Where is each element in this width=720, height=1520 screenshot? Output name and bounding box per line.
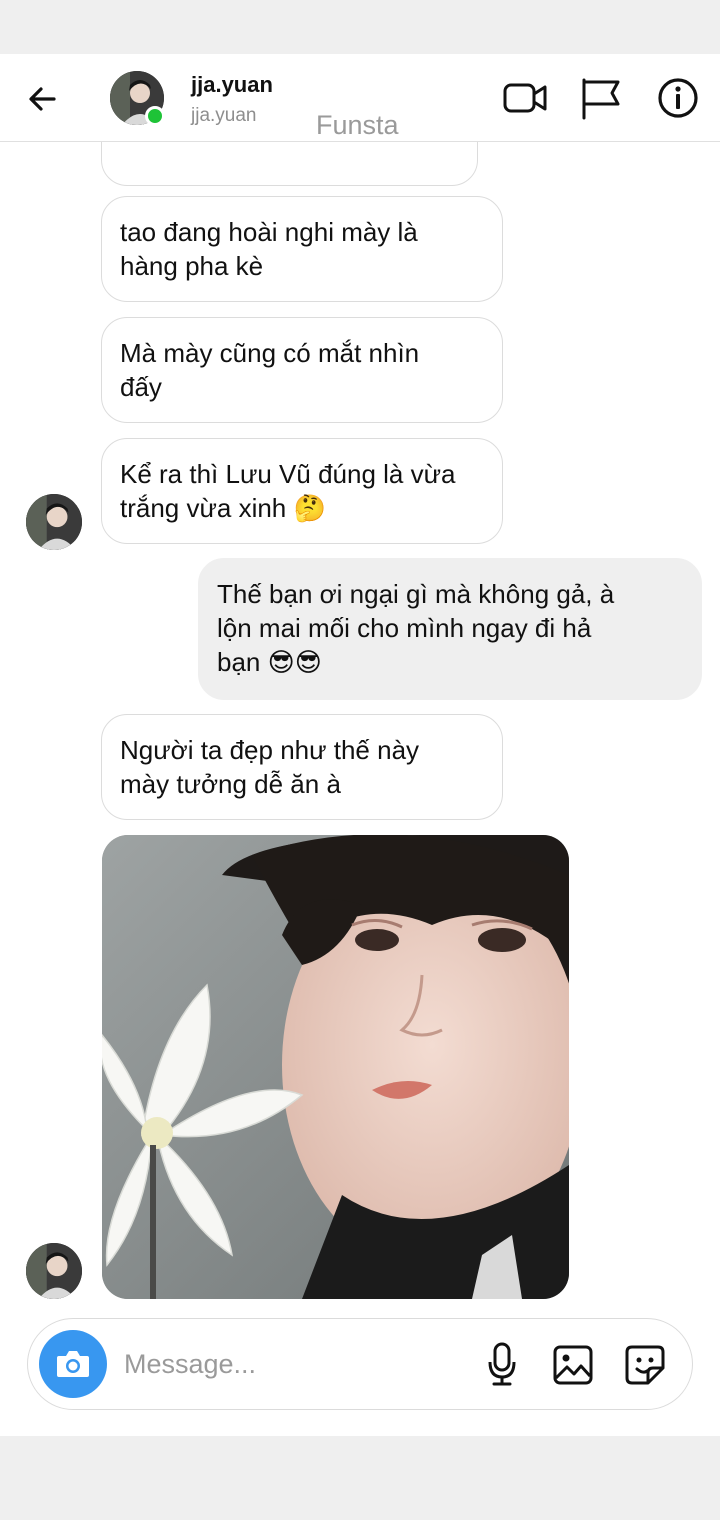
info-icon[interactable]: [654, 74, 702, 122]
sender-avatar[interactable]: [26, 494, 82, 550]
chat-header: jja.yuan jja.yuan Funsta: [0, 54, 720, 142]
message-bubble-incoming[interactable]: tao đang hoài nghi mày là hàng pha kè: [101, 196, 503, 302]
sender-avatar[interactable]: [26, 1243, 82, 1299]
message-input[interactable]: [124, 1341, 464, 1387]
contact-name[interactable]: jja.yuan: [191, 72, 273, 98]
photo-message[interactable]: [102, 835, 569, 1299]
message-bubble-incoming[interactable]: Mà mày cũng có mắt nhìn đấy: [101, 317, 503, 423]
message-bubble-incoming[interactable]: Người ta đẹp như thế này mày tưởng dễ ăn…: [101, 714, 503, 820]
online-status-dot: [145, 106, 165, 126]
flag-icon[interactable]: [576, 74, 624, 122]
contact-handle: jja.yuan: [191, 105, 257, 126]
camera-button[interactable]: [39, 1330, 107, 1398]
back-arrow-icon[interactable]: [22, 78, 64, 120]
microphone-icon[interactable]: [482, 1341, 522, 1387]
message-bubble-outgoing[interactable]: Thế bạn ơi ngại gì mà không gả, à lộn ma…: [198, 558, 702, 700]
sticker-icon[interactable]: [624, 1344, 666, 1386]
gallery-icon[interactable]: [552, 1344, 594, 1386]
message-bubble-incoming[interactable]: Kể ra thì Lưu Vũ đúng là vừa trắng vừa x…: [101, 438, 503, 544]
watermark-text: Funsta: [316, 110, 399, 140]
video-call-icon[interactable]: [501, 74, 549, 122]
camera-icon: [57, 1351, 89, 1377]
system-nav-area: [0, 1436, 720, 1520]
message-composer: [27, 1318, 693, 1410]
chat-screen: jja.yuan jja.yuan Funsta tao đang hoài n…: [0, 54, 720, 1436]
